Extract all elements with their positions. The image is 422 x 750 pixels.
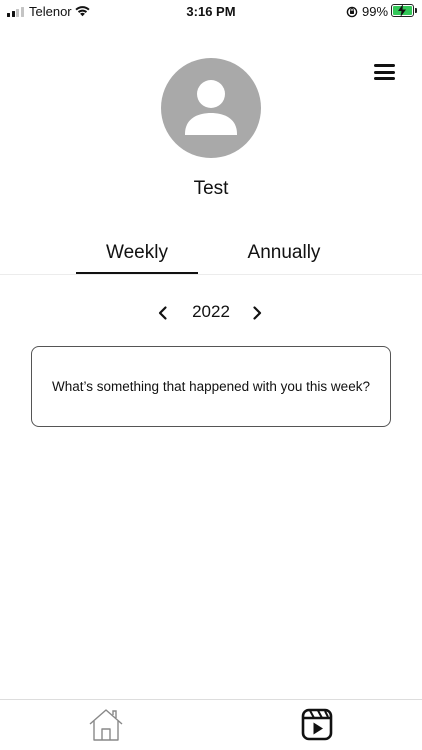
home-icon: [89, 709, 123, 741]
nav-reels-button[interactable]: [297, 706, 337, 744]
chevron-left-icon[interactable]: [154, 304, 172, 322]
weekly-prompt-text: What’s something that happened with you …: [52, 379, 370, 394]
bottom-nav-divider: [0, 699, 422, 700]
battery-icon: [391, 4, 417, 17]
charging-bolt-icon: [398, 4, 406, 17]
profile-name: Test: [193, 178, 229, 199]
person-silhouette-icon: [185, 80, 237, 135]
nav-home-button[interactable]: [86, 706, 126, 744]
tab-annually[interactable]: Annually: [222, 240, 346, 276]
reels-icon: [301, 708, 333, 741]
chevron-right-icon[interactable]: [248, 304, 266, 322]
rotation-lock-icon: [346, 5, 358, 23]
period-tabs: Weekly Annually: [0, 240, 422, 276]
status-bar: Telenor 3:16 PM 99%: [0, 0, 422, 24]
year-selector: 2022: [0, 300, 422, 326]
tabs-divider: [0, 274, 422, 275]
selected-year: 2022: [192, 302, 230, 321]
weekly-prompt-card[interactable]: What’s something that happened with you …: [31, 346, 391, 427]
hamburger-menu-icon[interactable]: [372, 62, 398, 82]
user-avatar-icon[interactable]: [161, 58, 261, 158]
clock-time: 3:16 PM: [186, 4, 236, 19]
tab-weekly[interactable]: Weekly: [76, 240, 198, 276]
battery-percentage: 99%: [362, 4, 389, 19]
